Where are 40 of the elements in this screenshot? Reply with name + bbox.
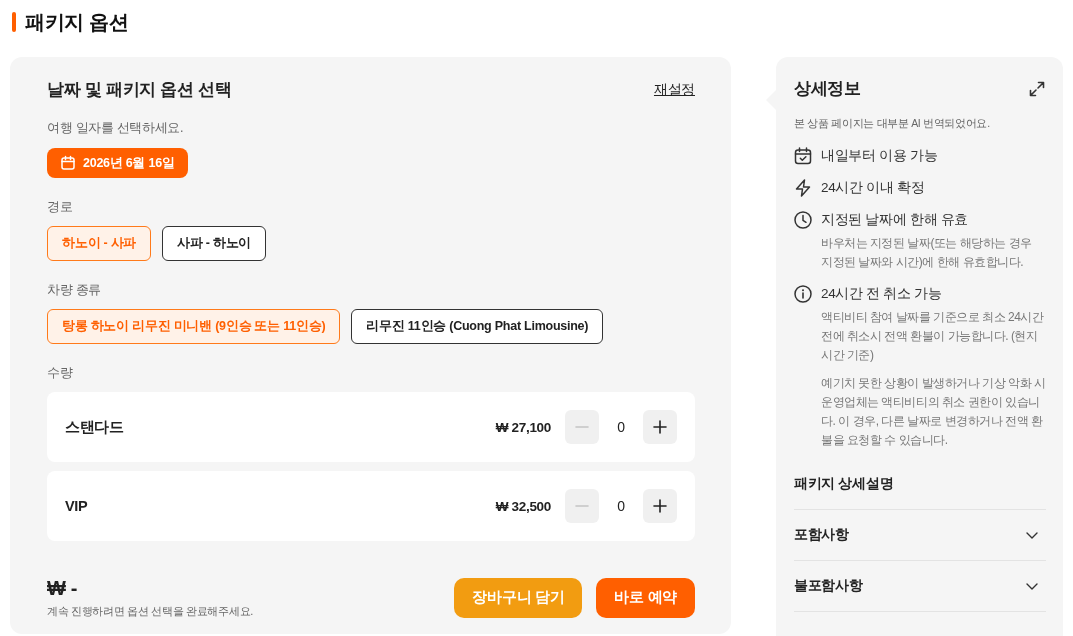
- quantity-value: 0: [616, 498, 626, 514]
- accordion-toggle[interactable]: 포함사항: [794, 510, 1046, 561]
- item-name: VIP: [65, 498, 88, 514]
- feature-title: 24시간 전 취소 가능: [821, 285, 942, 303]
- field-label: 경로: [47, 199, 73, 216]
- helper-text: 계속 진행하려면 옵션 선택을 완료해주세요.: [47, 604, 253, 619]
- field-label: 여행 일자를 선택하세요.: [47, 120, 184, 137]
- increase-button[interactable]: [643, 489, 677, 523]
- calendar-icon: [60, 155, 76, 171]
- field-label: 수량: [47, 365, 73, 382]
- accordion-toggle[interactable]: 불포함사항: [794, 561, 1046, 612]
- clock-icon: [794, 211, 812, 229]
- lightning-icon: [794, 179, 812, 197]
- feature-description: 바우처는 지정된 날짜(또는 해당하는 경우 지정된 날짜와 시간)에 한해 유효합니다.: [821, 235, 1033, 271]
- item-price: ₩ 27,100: [495, 419, 551, 435]
- total-price: ₩ -: [47, 576, 78, 600]
- translation-note: 본 상품 페이지는 대부분 AI 번역되었어요.: [794, 116, 991, 131]
- section-title: 날짜 및 패키지 옵션 선택: [47, 79, 232, 101]
- field-label: 차량 종류: [47, 282, 101, 299]
- feature-description: 예기치 못한 상황이 발생하거나 기상 악화 시 운영업체는 액티비티의 취소 권한이 있습니다. 이 경우, 다른 날짜로 변경하거나 전액 환불을 요청할 수 있습니다.: [821, 375, 1046, 449]
- option-chip[interactable]: 사파 - 하노이: [162, 226, 267, 261]
- option-chip[interactable]: 리무진 11인승 (Cuong Phat Limousine): [351, 309, 604, 344]
- calendar-check-icon: [794, 147, 812, 165]
- feature-title: 내일부터 이용 가능: [821, 147, 938, 165]
- plus-icon: [653, 499, 667, 513]
- item-price: ₩ 32,500: [495, 498, 551, 514]
- reset-link[interactable]: 재설정: [653, 81, 695, 99]
- quantity-value: 0: [616, 419, 626, 435]
- increase-button[interactable]: [643, 410, 677, 444]
- plus-icon: [653, 420, 667, 434]
- feature-title: 24시간 이내 확정: [821, 179, 925, 197]
- expand-icon[interactable]: [1029, 81, 1045, 97]
- accent-bar-icon: [12, 12, 16, 32]
- feature-title: 지정된 날짜에 한해 유효: [821, 211, 969, 229]
- feature-description: 액티비티 참여 날짜를 기준으로 최소 24시간 전에 취소시 전액 환불이 가능합니다. (현지 시간 기준): [821, 309, 1045, 364]
- page-title: 패키지 옵션: [25, 10, 129, 34]
- package-heading: 패키지 상세설명: [794, 474, 1046, 510]
- panel-title: 상세정보: [794, 78, 861, 100]
- item-name: 스탠다드: [65, 417, 124, 437]
- info-icon: [794, 285, 812, 303]
